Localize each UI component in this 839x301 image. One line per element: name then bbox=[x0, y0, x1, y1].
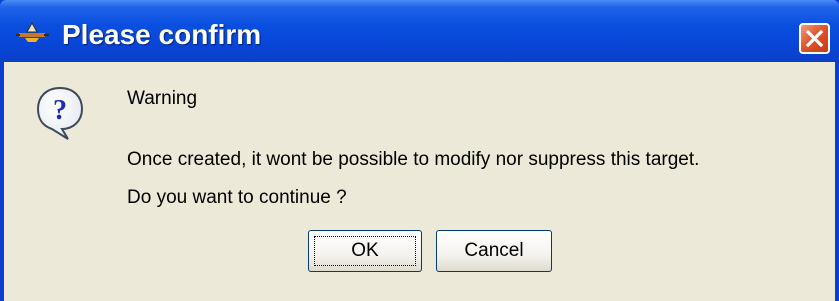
message-line-1: Once created, it wont be possible to mod… bbox=[127, 149, 700, 170]
close-icon bbox=[805, 29, 824, 48]
focus-outline bbox=[314, 236, 416, 266]
cancel-button[interactable]: Cancel bbox=[436, 230, 552, 272]
title-bar[interactable]: Please confirm bbox=[0, 0, 839, 62]
question-icon: ? bbox=[36, 86, 84, 140]
message-line-2: Do you want to continue ? bbox=[127, 187, 347, 208]
java-cup-icon bbox=[16, 21, 49, 42]
confirm-dialog: Please confirm ? Warning Once created, i… bbox=[0, 0, 839, 301]
svg-text:?: ? bbox=[53, 95, 67, 126]
warning-heading: Warning bbox=[127, 88, 198, 109]
window-title: Please confirm bbox=[62, 19, 262, 50]
close-button[interactable] bbox=[799, 23, 830, 54]
cancel-button-label: Cancel bbox=[464, 240, 524, 261]
ok-button[interactable]: OK bbox=[308, 230, 422, 272]
